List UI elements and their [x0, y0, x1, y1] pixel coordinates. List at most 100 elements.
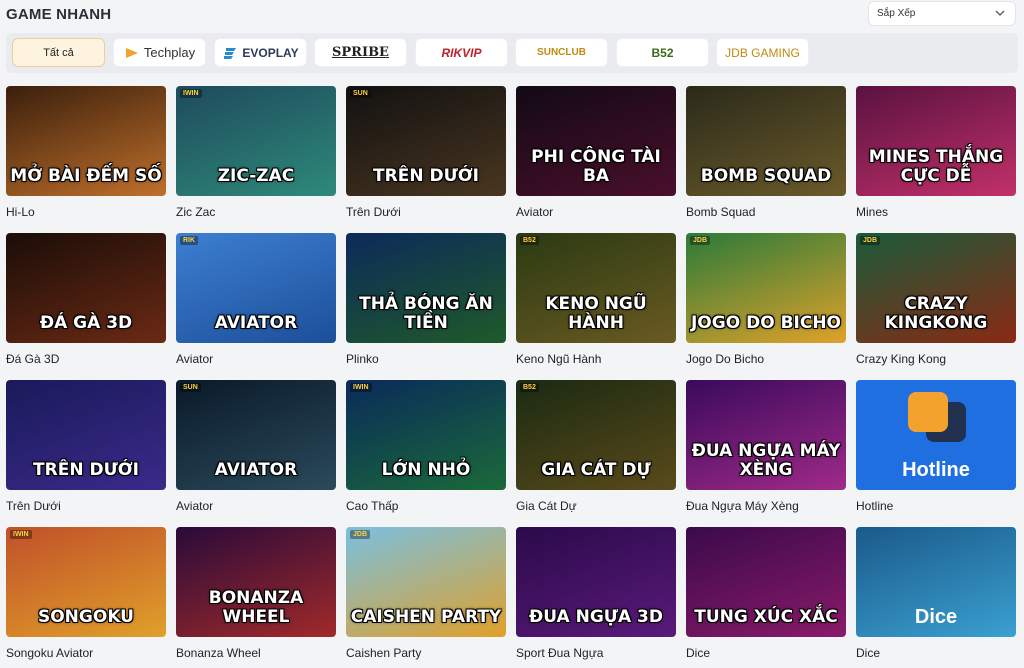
provider-tab-label: RIKVIP	[441, 45, 482, 60]
game-card[interactable]: SUN TRÊN DƯỚI Trên Dưới	[346, 86, 506, 219]
game-card[interactable]: BOMB SQUAD Bomb Squad	[686, 86, 846, 219]
provider-badge: JDB	[690, 236, 711, 245]
game-card[interactable]: TUNG XÚC XẮC Dice	[686, 527, 846, 660]
provider-tab-b52[interactable]: B52	[616, 38, 709, 67]
game-art-title: GIA CÁT DỰ	[541, 460, 651, 480]
game-card[interactable]: B52 GIA CÁT DỰ Gia Cát Dự	[516, 380, 676, 513]
game-card[interactable]: PHI CÔNG TÀI BA Aviator	[516, 86, 676, 219]
game-art-title: BOMB SQUAD	[700, 166, 832, 186]
provider-tab-label: Tất cả	[43, 46, 74, 59]
provider-badge: B52	[520, 236, 539, 245]
provider-tab-all[interactable]: Tất cả	[12, 38, 105, 67]
game-thumbnail[interactable]: JDB JOGO DO BICHO	[686, 233, 846, 343]
game-art-title: ZIC-ZAC	[217, 166, 295, 186]
game-art-title: Dice	[914, 606, 958, 628]
provider-tab-sunclub[interactable]: SUNCLUB	[515, 38, 608, 67]
sort-dropdown[interactable]: Sắp Xếp	[868, 1, 1016, 26]
game-card[interactable]: IWIN LỚN NHỎ Cao Thấp	[346, 380, 506, 513]
game-thumbnail[interactable]: JDB CRAZY KINGKONG	[856, 233, 1016, 343]
game-card[interactable]: IWIN ZIC-ZAC Zic Zac	[176, 86, 336, 219]
game-card[interactable]: MỞ BÀI ĐẾM SỐ Hi-Lo	[6, 86, 166, 219]
game-name: Caishen Party	[346, 646, 422, 660]
game-thumbnail[interactable]: SUN TRÊN DƯỚI	[346, 86, 506, 196]
provider-badge: RIK	[180, 236, 199, 245]
game-thumbnail[interactable]: JDB CAISHEN PARTY	[346, 527, 506, 637]
game-name: Keno Ngũ Hành	[516, 352, 602, 366]
game-name: Hotline	[856, 499, 894, 513]
game-thumbnail[interactable]: TRÊN DƯỚI	[6, 380, 166, 490]
game-name: Dice	[856, 646, 881, 660]
game-name: Crazy King Kong	[856, 352, 947, 366]
game-card[interactable]: ĐUA NGỰA MÁY XÈNG Đua Ngựa Máy Xèng	[686, 380, 846, 513]
game-card[interactable]: JDB CAISHEN PARTY Caishen Party	[346, 527, 506, 660]
game-art-title: LỚN NHỎ	[381, 460, 471, 480]
sort-dropdown-label: Sắp Xếp	[877, 8, 916, 19]
game-name: Hi-Lo	[6, 205, 35, 219]
provider-tab-jdb[interactable]: JDB GAMING	[716, 38, 809, 67]
game-thumbnail[interactable]: SUN AVIATOR	[176, 380, 336, 490]
provider-badge: IWIN	[180, 89, 202, 98]
provider-tab-evoplay[interactable]: EVOPLAY	[214, 38, 307, 67]
game-thumbnail[interactable]: ĐUA NGỰA MÁY XÈNG	[686, 380, 846, 490]
game-thumbnail[interactable]: B52 GIA CÁT DỰ	[516, 380, 676, 490]
provider-tab-techplay[interactable]: Techplay	[113, 38, 206, 67]
game-thumbnail[interactable]: BONANZA WHEEL	[176, 527, 336, 637]
game-card[interactable]: B52 KENO NGŨ HÀNH Keno Ngũ Hành	[516, 233, 676, 366]
game-name: Zic Zac	[176, 205, 216, 219]
game-thumbnail[interactable]: PHI CÔNG TÀI BA	[516, 86, 676, 196]
game-art-title: BONANZA WHEEL	[208, 588, 304, 627]
game-card[interactable]: JDB JOGO DO BICHO Jogo Do Bicho	[686, 233, 846, 366]
game-name: Sport Đua Ngựa	[516, 646, 604, 660]
game-art-title: ĐÁ GÀ 3D	[39, 313, 133, 333]
game-card[interactable]: ĐUA NGỰA 3D Sport Đua Ngựa	[516, 527, 676, 660]
game-thumbnail[interactable]: B52 KENO NGŨ HÀNH	[516, 233, 676, 343]
provider-tab-rikvip[interactable]: RIKVIP	[415, 38, 508, 67]
game-art-title: ĐUA NGỰA 3D	[529, 607, 663, 627]
game-thumbnail[interactable]: MINES THẮNG CỰC DỄ	[856, 86, 1016, 196]
game-thumbnail[interactable]: MỞ BÀI ĐẾM SỐ	[6, 86, 166, 196]
provider-filter-bar: Tất cả Techplay EVOPLAY SPRIBE RIKVIP SU…	[6, 33, 1018, 73]
game-card[interactable]: Hotline Hotline	[856, 380, 1016, 513]
game-card[interactable]: BONANZA WHEEL Bonanza Wheel	[176, 527, 336, 660]
game-card[interactable]: IWIN SONGOKU Songoku Aviator	[6, 527, 166, 660]
game-name: Đua Ngựa Máy Xèng	[686, 499, 799, 513]
game-card[interactable]: RIK AVIATOR Aviator	[176, 233, 336, 366]
provider-tab-label: SPRIBE	[332, 45, 389, 60]
game-art-title: TUNG XÚC XẮC	[694, 607, 838, 627]
game-art-title: TRÊN DƯỚI	[373, 166, 479, 186]
chevron-down-icon	[995, 10, 1005, 16]
game-thumbnail[interactable]: ĐÁ GÀ 3D	[6, 233, 166, 343]
game-thumbnail[interactable]: THẢ BÓNG ĂN TIỀN	[346, 233, 506, 343]
game-name: Bonanza Wheel	[176, 646, 261, 660]
game-name: Jogo Do Bicho	[686, 352, 765, 366]
provider-badge: SUN	[350, 89, 371, 98]
game-name: Mines	[856, 205, 889, 219]
game-card[interactable]: JDB CRAZY KINGKONG Crazy King Kong	[856, 233, 1016, 366]
game-name: Plinko	[346, 352, 379, 366]
provider-tab-label: EVOPLAY	[242, 45, 299, 60]
game-thumbnail[interactable]: IWIN SONGOKU	[6, 527, 166, 637]
game-thumbnail[interactable]: IWIN LỚN NHỎ	[346, 380, 506, 490]
game-thumbnail[interactable]: ĐUA NGỰA 3D	[516, 527, 676, 637]
game-thumbnail[interactable]: Dice	[856, 527, 1016, 637]
provider-badge: IWIN	[10, 530, 32, 539]
game-card[interactable]: MINES THẮNG CỰC DỄ Mines	[856, 86, 1016, 219]
game-thumbnail[interactable]: RIK AVIATOR	[176, 233, 336, 343]
game-thumbnail[interactable]: Hotline	[856, 380, 1016, 490]
game-art-title: ĐUA NGỰA MÁY XÈNG	[691, 441, 841, 480]
game-card[interactable]: SUN AVIATOR Aviator	[176, 380, 336, 513]
game-card[interactable]: THẢ BÓNG ĂN TIỀN Plinko	[346, 233, 506, 366]
provider-tab-spribe[interactable]: SPRIBE	[314, 38, 407, 67]
game-card[interactable]: ĐÁ GÀ 3D Đá Gà 3D	[6, 233, 166, 366]
techplay-logo-icon	[125, 47, 138, 58]
page-header: GAME NHANH Sắp Xếp	[6, 0, 1018, 30]
game-thumbnail[interactable]: IWIN ZIC-ZAC	[176, 86, 336, 196]
game-thumbnail[interactable]: BOMB SQUAD	[686, 86, 846, 196]
game-name: Aviator	[516, 205, 554, 219]
game-card[interactable]: Dice Dice	[856, 527, 1016, 660]
game-art-title: JOGO DO BICHO	[690, 313, 842, 333]
game-art-title: KENO NGŨ HÀNH	[545, 294, 647, 333]
game-card[interactable]: TRÊN DƯỚI Trên Dưới	[6, 380, 166, 513]
game-thumbnail[interactable]: TUNG XÚC XẮC	[686, 527, 846, 637]
game-name: Dice	[686, 646, 711, 660]
